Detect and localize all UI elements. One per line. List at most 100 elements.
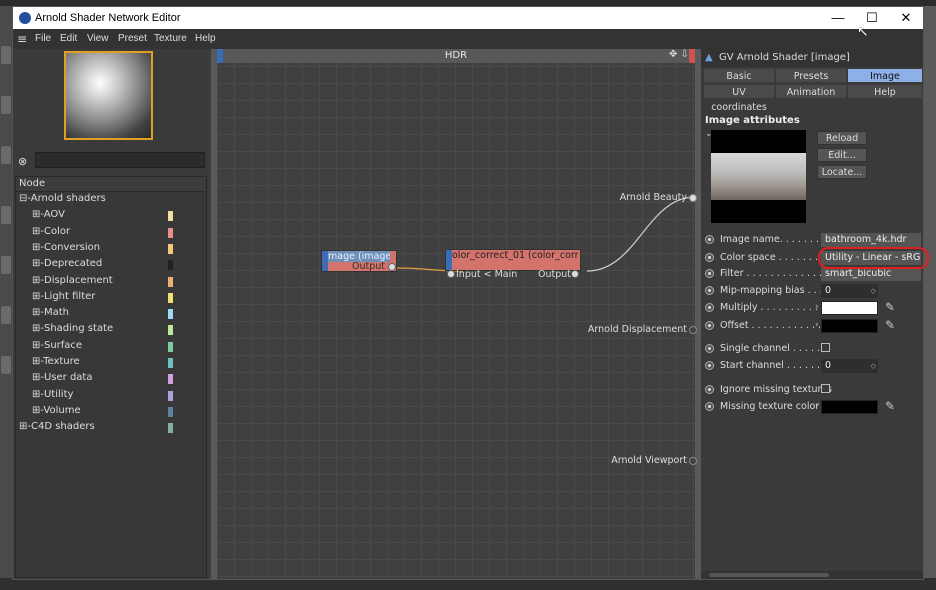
param-animate-icon[interactable]: [705, 253, 714, 262]
color-correct-output-port[interactable]: [571, 270, 579, 278]
tree-item[interactable]: ⊞-Displacement: [32, 275, 173, 291]
offset-color-swatch[interactable]: [821, 319, 878, 333]
tab-presets[interactable]: Presets: [775, 68, 847, 83]
filter-dropdown[interactable]: smart_bicubic: [821, 267, 921, 281]
close-button[interactable]: ✕: [891, 9, 921, 27]
node-search-input[interactable]: [35, 152, 205, 168]
param-label: Mip-mapping bias . . .: [720, 285, 823, 296]
menu-file[interactable]: File: [35, 33, 51, 44]
menu-texture[interactable]: Texture: [154, 33, 187, 44]
arnold-displacement-port[interactable]: [689, 326, 697, 334]
image-node-output-port[interactable]: [388, 263, 396, 271]
background-tool-icon: [1, 256, 11, 274]
eyedropper-icon[interactable]: ✎: [885, 318, 895, 332]
reload-button[interactable]: Reload: [817, 131, 867, 145]
multiply-color-swatch[interactable]: [821, 301, 878, 315]
clear-search-icon[interactable]: ⊗: [18, 155, 27, 168]
param-label: Image name. . . . . . . .: [720, 234, 826, 245]
tree-header-label: Node: [19, 178, 46, 189]
spinner-icon[interactable]: ◇: [871, 284, 876, 298]
tree-item[interactable]: ⊞-Deprecated: [32, 258, 173, 274]
connection-colorcorrect-to-beauty: [586, 196, 695, 272]
missing-color-swatch[interactable]: [821, 400, 878, 414]
tab-animation[interactable]: Animation: [775, 84, 847, 99]
attribute-header-title: GV Arnold Shader [image]: [719, 52, 850, 63]
tree-item[interactable]: ⊞-Color: [32, 225, 173, 242]
menu-edit[interactable]: Edit: [60, 33, 77, 44]
param-label: Color space . . . . . . .: [720, 252, 818, 263]
param-label: Multiply . . . . . . . . . .: [720, 302, 818, 313]
color-correct-input-port[interactable]: [447, 270, 455, 278]
tree-item[interactable]: ⊞-C4D shaders: [19, 421, 173, 437]
param-filter: Filter . . . . . . . . . . . . . smart_b…: [705, 267, 921, 282]
hamburger-icon[interactable]: ≡: [17, 33, 29, 45]
start-channel-field[interactable]: 0 ◇: [821, 359, 878, 373]
tree-item[interactable]: ⊞-Math: [32, 307, 173, 323]
menu-bar: ≡ File Edit View Preset Texture Help: [13, 29, 923, 49]
tree-item-label: ⊞-Color: [32, 225, 71, 237]
param-animate-icon[interactable]: [705, 402, 714, 411]
param-animate-icon[interactable]: [705, 235, 714, 244]
color-correct-node[interactable]: olor_correct_01 (color_correct Input < M…: [445, 249, 581, 280]
tree-item-label: ⊟-Arnold shaders: [19, 193, 106, 204]
category-color-swatch: [168, 406, 173, 417]
param-animate-icon[interactable]: [705, 303, 714, 312]
material-preview[interactable]: [64, 51, 153, 140]
arnold-beauty-port[interactable]: [689, 194, 697, 202]
arnold-viewport-port[interactable]: [689, 457, 697, 465]
title-bar[interactable]: Arnold Shader Network Editor — ☐ ✕: [13, 7, 923, 29]
tree-item-label: ⊞-Utility: [32, 388, 74, 400]
tab-help[interactable]: Help: [847, 84, 923, 99]
eyedropper-icon[interactable]: ✎: [885, 300, 895, 314]
eyedropper-icon[interactable]: ✎: [885, 399, 895, 413]
mip-bias-field[interactable]: 0 ◇: [821, 284, 878, 298]
horizontal-scrollbar[interactable]: [701, 571, 923, 579]
tree-item[interactable]: ⊞-User data: [32, 372, 173, 388]
image-node[interactable]: mage (image) Output: [321, 250, 397, 272]
param-label: Single channel . . . . . .: [720, 343, 827, 354]
menu-preset[interactable]: Preset: [118, 33, 147, 44]
tree-item[interactable]: ⊟-Arnold shaders: [19, 193, 106, 209]
tree-item[interactable]: ⊞-Conversion: [32, 242, 173, 258]
image-name-field[interactable]: bathroom_4k.hdr: [821, 233, 921, 247]
tree-item[interactable]: ⊞-AOV: [32, 209, 173, 225]
tree-item[interactable]: ⊞-Shading state: [32, 323, 173, 339]
tab-uv-coordinates[interactable]: UV coordinates: [703, 84, 775, 113]
tab-image-attributes[interactable]: Image attributes: [847, 68, 923, 97]
tree-item[interactable]: ⊞-Light filter: [32, 291, 173, 307]
param-animate-icon[interactable]: [705, 344, 714, 353]
tree-item[interactable]: ⊞-Volume: [32, 405, 173, 421]
attribute-header: ▲ GV Arnold Shader [image]: [701, 49, 923, 67]
expand-arrow-icon[interactable]: ›: [815, 320, 819, 330]
expand-arrow-icon[interactable]: ›: [815, 302, 819, 312]
locate-button[interactable]: Locate...: [817, 165, 867, 179]
param-label: Offset . . . . . . . . . . . .: [720, 320, 822, 331]
category-color-swatch: [168, 390, 173, 401]
scrollbar-thumb[interactable]: [709, 573, 829, 577]
spinner-icon[interactable]: ◇: [871, 359, 876, 373]
menu-view[interactable]: View: [87, 33, 109, 44]
expand-arrow-icon[interactable]: ›: [815, 401, 819, 411]
param-animate-icon[interactable]: [705, 385, 714, 394]
param-animate-icon[interactable]: [705, 361, 714, 370]
param-animate-icon[interactable]: [705, 321, 714, 330]
tree-item[interactable]: ⊞-Surface: [32, 340, 173, 356]
tree-item[interactable]: ⊞-Texture: [32, 356, 173, 372]
hdr-preview-image: [711, 153, 806, 200]
param-animate-icon[interactable]: [705, 286, 714, 295]
background-tool-icon: [1, 356, 11, 374]
tree-item[interactable]: ⊞-Utility: [32, 388, 173, 405]
ignore-missing-checkbox[interactable]: [821, 384, 830, 393]
shader-network-editor-window: Arnold Shader Network Editor — ☐ ✕ ≡ Fil…: [12, 6, 929, 580]
minimize-button[interactable]: —: [823, 9, 853, 27]
param-animate-icon[interactable]: [705, 269, 714, 278]
background-tool-icon: [1, 306, 11, 324]
single-channel-checkbox[interactable]: [821, 343, 830, 352]
background-tool-icon: [1, 146, 11, 164]
edit-button[interactable]: Edit...: [817, 148, 867, 162]
menu-help[interactable]: Help: [195, 33, 216, 44]
param-mip-bias: Mip-mapping bias . . . 0 ◇: [705, 284, 921, 299]
node-editor-canvas[interactable]: HDR ✥ ⇩ mage (image) Output olor_correct…: [211, 49, 701, 579]
background-viewport-edge: [924, 6, 936, 590]
tab-basic[interactable]: Basic: [703, 68, 775, 83]
